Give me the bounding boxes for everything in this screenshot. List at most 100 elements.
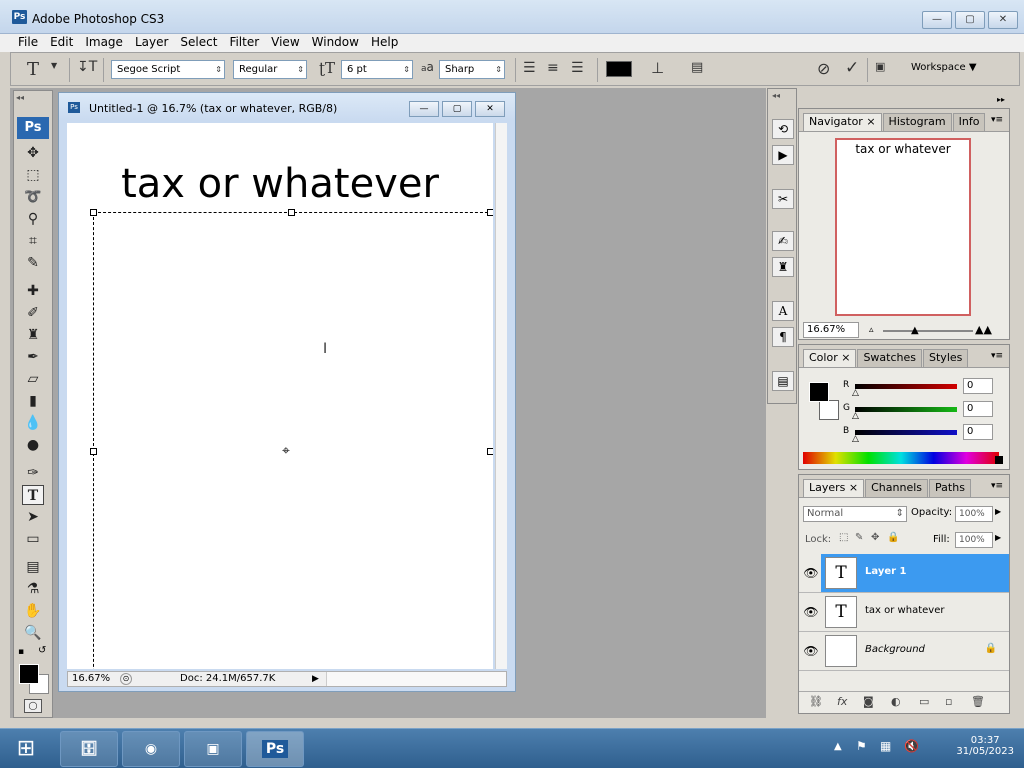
visibility-eye-icon[interactable]: 👁	[803, 605, 819, 619]
lock-all-icon[interactable]: 🔒	[887, 532, 899, 543]
document-maximize-button[interactable]: ▢	[442, 101, 472, 117]
start-button-windows-icon[interactable]: ⊞	[6, 733, 46, 765]
collapse-panels-icon[interactable]: ▸▸	[997, 95, 1005, 104]
new-group-icon[interactable]: ▭	[919, 695, 929, 708]
lock-transparency-icon[interactable]: ⬚	[839, 532, 848, 543]
layer-name[interactable]: Layer 1	[865, 566, 906, 577]
status-info-icon[interactable]: ⊙	[120, 673, 132, 685]
move-tool-icon[interactable]: ✥	[22, 143, 44, 163]
vertical-scrollbar[interactable]	[495, 123, 507, 669]
transform-handle[interactable]	[487, 448, 493, 455]
tab-styles[interactable]: Styles	[923, 349, 969, 367]
notes-tool-icon[interactable]: ▤	[22, 557, 44, 577]
channel-b-slider[interactable]	[855, 430, 957, 435]
adjustment-layer-icon[interactable]: ◐	[891, 695, 901, 708]
layer-row[interactable]: 👁 Background 🔒	[799, 632, 1009, 671]
zoom-out-icon[interactable]: ▵	[869, 325, 874, 335]
text-bounding-box[interactable]	[93, 212, 493, 669]
layer-mask-icon[interactable]: ◙	[863, 695, 874, 708]
menu-image[interactable]: Image	[79, 34, 129, 52]
menu-layer[interactable]: Layer	[129, 34, 174, 52]
tab-paths[interactable]: Paths	[929, 479, 971, 497]
layer-name[interactable]: tax or whatever	[865, 605, 944, 616]
spectrum-black-swatch[interactable]	[995, 456, 1003, 464]
close-button[interactable]: ✕	[988, 11, 1018, 29]
maximize-button[interactable]: ▢	[955, 11, 985, 29]
layer-row[interactable]: 👁 T tax or whatever	[799, 593, 1009, 632]
layer-row[interactable]: 👁 T Layer 1	[799, 554, 1009, 593]
transform-handle[interactable]	[90, 448, 97, 455]
horizontal-scrollbar[interactable]	[326, 672, 506, 686]
swap-colors-icon[interactable]: ↺	[38, 645, 46, 656]
panel-menu-icon[interactable]: ▾≡	[991, 115, 1003, 125]
font-size-field[interactable]: 6 pt ⇕	[341, 60, 413, 79]
commit-check-icon[interactable]: ✓	[845, 58, 859, 78]
panel-menu-icon[interactable]: ▾≡	[991, 481, 1003, 491]
font-family-select[interactable]: Segoe Script ⇕	[111, 60, 225, 79]
tab-histogram[interactable]: Histogram	[882, 113, 952, 131]
slider-thumb-icon[interactable]: △	[852, 411, 859, 421]
path-selection-icon[interactable]: ➤	[22, 507, 44, 527]
document-close-button[interactable]: ✕	[475, 101, 505, 117]
menu-help[interactable]: Help	[365, 34, 404, 52]
color-spectrum-bar[interactable]	[803, 452, 999, 464]
antialias-select[interactable]: Sharp ⇕	[439, 60, 505, 79]
paragraph-panel-icon[interactable]: ¶	[772, 327, 794, 347]
slider-thumb-icon[interactable]: ▲	[911, 325, 919, 336]
brushes-panel-icon[interactable]: ✍	[772, 231, 794, 251]
system-clock[interactable]: 03:37 31/05/2023	[956, 735, 1014, 757]
quick-mask-icon[interactable]: ◯	[24, 699, 42, 713]
warp-text-icon[interactable]: ⊥	[651, 59, 664, 77]
opacity-field[interactable]: 100%	[955, 506, 993, 522]
channel-b-value[interactable]: 0	[963, 424, 993, 440]
hand-tool-icon[interactable]: ✋	[22, 601, 44, 621]
lock-image-icon[interactable]: ✎	[855, 532, 863, 543]
taskbar-app-icon[interactable]: ▣	[184, 731, 242, 767]
align-left-icon[interactable]: ☰	[523, 60, 536, 76]
dodge-tool-icon[interactable]: ●	[22, 435, 44, 455]
tab-color[interactable]: Color ×	[803, 349, 857, 367]
blur-tool-icon[interactable]: 💧	[22, 413, 44, 433]
taskbar-photoshop-button[interactable]: Ps	[246, 731, 304, 767]
marquee-tool-icon[interactable]: ⬚	[22, 165, 44, 185]
history-panel-icon[interactable]: ⟲	[772, 119, 794, 139]
character-panel-icon[interactable]: ▤	[691, 60, 703, 75]
color-background-swatch[interactable]	[819, 400, 839, 420]
navigator-preview[interactable]: tax or whatever	[835, 138, 971, 316]
fill-field[interactable]: 100%	[955, 532, 993, 548]
document-zoom[interactable]: 16.67%	[72, 672, 110, 686]
history-brush-icon[interactable]: ✒	[22, 347, 44, 367]
tab-channels[interactable]: Channels	[865, 479, 929, 497]
taskbar-file-explorer-icon[interactable]: 🗄	[60, 731, 118, 767]
align-center-icon[interactable]: ≡	[547, 60, 559, 76]
healing-brush-icon[interactable]: ✚	[22, 281, 44, 301]
visibility-eye-icon[interactable]: 👁	[803, 566, 819, 580]
shape-tool-icon[interactable]: ▭	[22, 529, 44, 549]
menu-window[interactable]: Window	[306, 34, 365, 52]
network-icon[interactable]: ▦	[880, 739, 891, 753]
taskbar-windows-orb-icon[interactable]: ◉	[122, 731, 180, 767]
tab-swatches[interactable]: Swatches	[857, 349, 923, 367]
font-style-select[interactable]: Regular ⇕	[233, 60, 307, 79]
lasso-tool-icon[interactable]: ➰	[22, 187, 44, 207]
slider-thumb-icon[interactable]: △	[852, 434, 859, 444]
layer-style-icon[interactable]: fx	[837, 695, 847, 708]
tab-layers[interactable]: Layers ×	[803, 479, 865, 497]
zoom-tool-icon[interactable]: 🔍	[22, 623, 44, 643]
clone-stamp-icon[interactable]: ♜	[22, 325, 44, 345]
layer-name[interactable]: Background	[865, 644, 925, 655]
workspace-menu[interactable]: Workspace ▼	[911, 62, 977, 73]
menu-filter[interactable]: Filter	[223, 34, 265, 52]
tab-info[interactable]: Info	[952, 113, 986, 131]
bridge-icon[interactable]: ▣	[875, 60, 885, 73]
color-foreground-swatch[interactable]	[809, 382, 829, 402]
opacity-arrow-icon[interactable]: ▶	[995, 507, 1001, 516]
panel-menu-icon[interactable]: ▾≡	[991, 351, 1003, 361]
action-center-flag-icon[interactable]: ⚑	[856, 739, 867, 753]
transform-handle[interactable]	[90, 209, 97, 216]
text-orientation-icon[interactable]: ↧T	[77, 59, 97, 75]
cancel-icon[interactable]: ⊘	[817, 59, 830, 78]
collapse-arrows-icon[interactable]: ◂◂	[16, 93, 24, 102]
new-layer-icon[interactable]: ▫	[945, 695, 952, 708]
foreground-color-swatch[interactable]	[19, 664, 39, 684]
